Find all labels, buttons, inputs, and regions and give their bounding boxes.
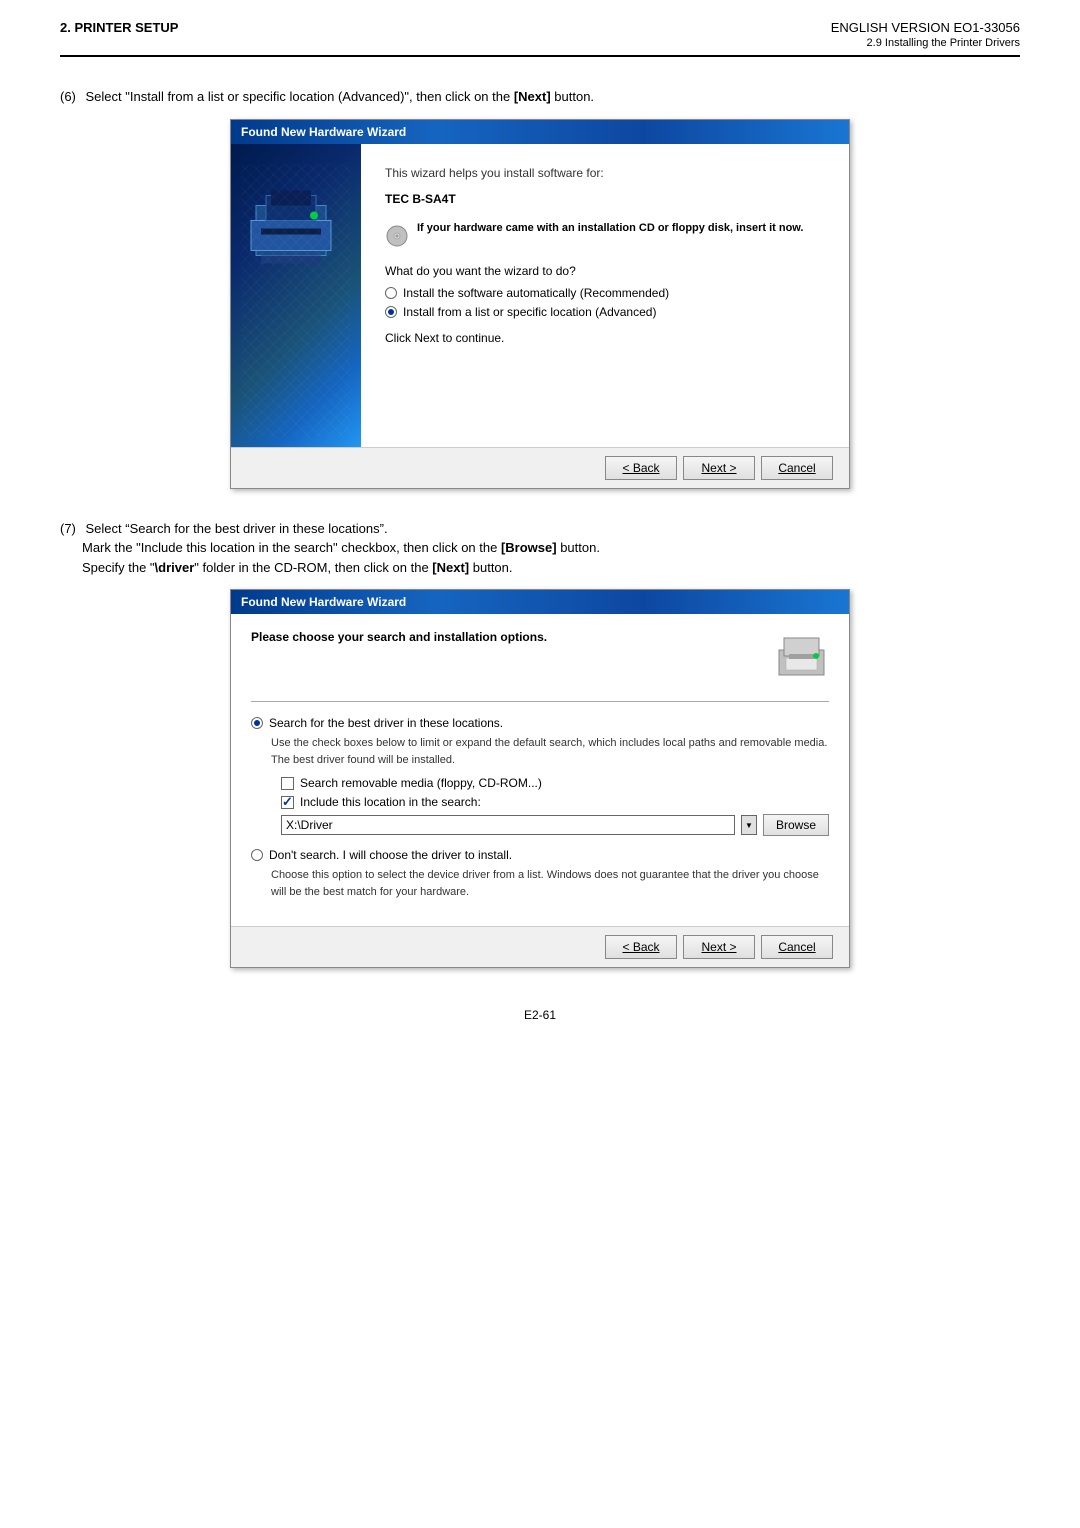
search-best-driver-option: Search for the best driver in these loca… (251, 716, 829, 836)
step-6-intro: (6) Select "Install from a list or speci… (60, 87, 1020, 107)
step-6-bold: [Next] (514, 89, 551, 104)
radio-option-1[interactable]: Install the software automatically (Reco… (385, 286, 825, 300)
checkbox-removable-label: Search removable media (floppy, CD-ROM..… (300, 776, 542, 790)
dont-search-subtext: Choose this option to select the device … (271, 867, 829, 900)
radio-auto[interactable] (385, 287, 397, 299)
checkbox-removable[interactable]: Search removable media (floppy, CD-ROM..… (281, 776, 829, 790)
wizard-helper-text: This wizard helps you install software f… (385, 164, 825, 182)
radio-auto-label: Install the software automatically (Reco… (403, 286, 669, 300)
cd-icon (385, 224, 409, 248)
checkbox-removable-box[interactable] (281, 777, 294, 790)
wizard-2-footer: < Back Next > Cancel (231, 926, 849, 967)
checkbox-location-box[interactable] (281, 796, 294, 809)
step-7-text1: Select “Search for the best driver in th… (86, 521, 388, 536)
step-7-driver-bold: \driver (155, 560, 195, 575)
wizard-1-next-button[interactable]: Next > (683, 456, 755, 480)
chapter-title: 2. PRINTER SETUP (60, 20, 178, 35)
wizard-cd-note: If your hardware came with an installati… (385, 222, 825, 248)
step-7-block: (7) Select “Search for the best driver i… (60, 519, 1020, 969)
step-7-next-bold: [Next] (432, 560, 469, 575)
version-text: ENGLISH VERSION EO1-33056 (831, 20, 1020, 35)
checkbox-location-label: Include this location in the search: (300, 795, 481, 809)
radio-dont-search-label: Don't search. I will choose the driver t… (269, 848, 512, 862)
wizard-2-next-button[interactable]: Next > (683, 935, 755, 959)
page-number: E2-61 (524, 1008, 556, 1022)
wizard-2-back-button[interactable]: < Back (605, 935, 677, 959)
radio-manual-label: Install from a list or specific location… (403, 305, 656, 319)
step-7-browse-bold: [Browse] (501, 540, 557, 555)
step-6-text: Select "Install from a list or specific … (86, 89, 595, 104)
header-right: ENGLISH VERSION EO1-33056 2.9 Installing… (831, 20, 1020, 49)
location-input[interactable] (281, 815, 735, 835)
radio-search-best-circle[interactable] (251, 717, 263, 729)
wizard-2-divider (251, 701, 829, 702)
wizard-2-titlebar: Found New Hardware Wizard (231, 590, 849, 614)
wizard-click-text: Click Next to continue. (385, 331, 825, 345)
wizard-2-printer-icon (774, 630, 829, 685)
radio-option-2[interactable]: Install from a list or specific location… (385, 305, 825, 319)
wizard-2-header-row: Please choose your search and installati… (251, 630, 829, 685)
wizard-2-cancel-button[interactable]: Cancel (761, 935, 833, 959)
wizard-2-body: Please choose your search and installati… (231, 614, 849, 926)
search-best-subtext: Use the check boxes below to limit or ex… (271, 735, 829, 768)
wizard-device-name: TEC B-SA4T (385, 192, 825, 206)
content-area: (6) Select "Install from a list or speci… (60, 87, 1020, 968)
wizard-1-right-content: This wizard helps you install software f… (361, 144, 849, 447)
dont-search-option[interactable]: Don't search. I will choose the driver t… (251, 848, 829, 862)
step-7-intro: (7) Select “Search for the best driver i… (60, 519, 1020, 578)
browse-button[interactable]: Browse (763, 814, 829, 836)
wizard-2-title: Please choose your search and installati… (251, 630, 547, 644)
wizard-1-titlebar: Found New Hardware Wizard (231, 120, 849, 144)
step-7-text4: Specify the "\driver" folder in the CD-R… (82, 560, 513, 575)
page-footer: E2-61 (60, 1008, 1020, 1022)
wizard-1-body: This wizard helps you install software f… (231, 144, 849, 447)
wizard-1-cancel-button[interactable]: Cancel (761, 456, 833, 480)
checkbox-location[interactable]: Include this location in the search: (281, 795, 829, 809)
radio-dont-search[interactable] (251, 849, 263, 861)
location-row: ▼ Browse (281, 814, 829, 836)
wizard-1-left-panel (231, 144, 361, 447)
wizard-1-dialog: Found New Hardware Wizard (230, 119, 850, 489)
page-header: 2. PRINTER SETUP ENGLISH VERSION EO1-330… (60, 20, 1020, 57)
step-7-text2: Mark the "Include this location in the s… (82, 540, 600, 555)
radio-manual[interactable] (385, 306, 397, 318)
radio-search-best[interactable]: Search for the best driver in these loca… (251, 716, 829, 730)
wizard-1-footer: < Back Next > Cancel (231, 447, 849, 488)
step-7-number: (7) (60, 521, 76, 536)
wizard-2-dialog: Found New Hardware Wizard Please choose … (230, 589, 850, 968)
section-text: 2.9 Installing the Printer Drivers (831, 37, 1020, 49)
cd-note-text: If your hardware came with an installati… (417, 222, 804, 234)
radio-search-best-label: Search for the best driver in these loca… (269, 716, 503, 730)
step-6-block: (6) Select "Install from a list or speci… (60, 87, 1020, 489)
step-6-number: (6) (60, 89, 76, 104)
wizard-question: What do you want the wizard to do? (385, 264, 825, 278)
location-dropdown[interactable]: ▼ (741, 815, 757, 835)
wizard-1-back-button[interactable]: < Back (605, 456, 677, 480)
